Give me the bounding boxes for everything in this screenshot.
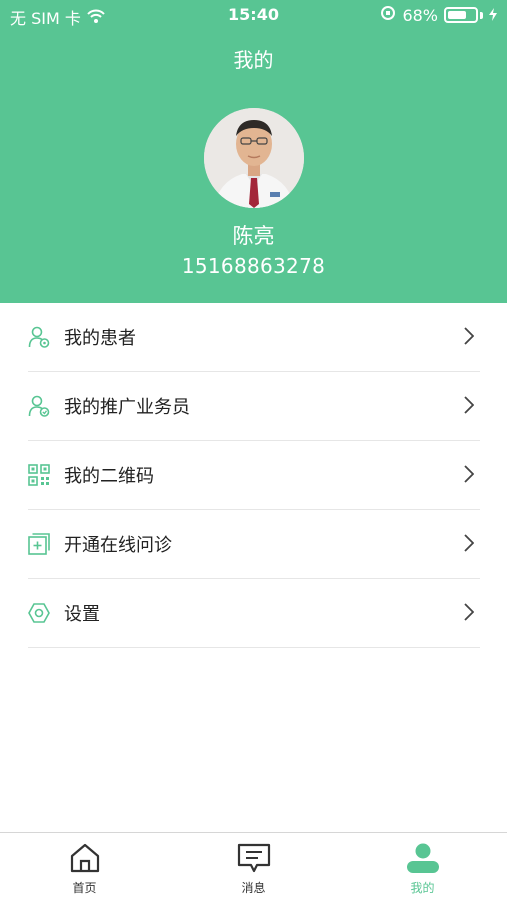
chevron-right-icon <box>464 534 475 556</box>
profile-icon <box>406 843 440 877</box>
tab-label: 我的 <box>410 881 435 895</box>
settings-icon <box>28 602 50 624</box>
avatar[interactable] <box>204 108 304 208</box>
chevron-right-icon <box>464 603 475 625</box>
home-icon <box>69 843 101 877</box>
chevron-right-icon <box>464 327 475 349</box>
menu-item-online-consult[interactable]: 开通在线问诊 <box>28 510 480 579</box>
menu-item-label: 我的二维码 <box>64 466 154 487</box>
menu-item-label: 我的患者 <box>64 328 136 349</box>
battery-icon <box>444 7 478 23</box>
message-icon <box>237 843 271 877</box>
tab-messages[interactable]: 消息 <box>169 833 338 900</box>
chevron-right-icon <box>464 396 475 418</box>
online-consult-icon <box>28 533 50 555</box>
status-bar: 无 SIM 卡 15:40 68% <box>0 0 507 30</box>
menu-item-settings[interactable]: 设置 <box>28 579 480 648</box>
tab-label: 首页 <box>72 881 97 895</box>
menu-item-my-qrcode[interactable]: 我的二维码 <box>28 441 480 510</box>
menu-item-label: 设置 <box>64 604 100 625</box>
tab-profile[interactable]: 我的 <box>338 833 507 900</box>
menu-item-label: 我的推广业务员 <box>64 397 190 418</box>
tab-home[interactable]: 首页 <box>0 833 169 900</box>
salesman-icon <box>28 395 50 417</box>
user-name: 陈亮 <box>232 224 275 248</box>
menu-item-label: 开通在线问诊 <box>64 535 172 556</box>
page-title: 我的 <box>233 48 274 72</box>
profile-header: 无 SIM 卡 15:40 68% 我的 陈亮 15168863278 <box>0 0 507 303</box>
battery-level <box>448 11 466 19</box>
app-screen: 无 SIM 卡 15:40 68% 我的 陈亮 15168863278 我的患者… <box>0 0 507 900</box>
menu-item-my-patients[interactable]: 我的患者 <box>28 303 480 372</box>
patient-icon <box>28 326 50 348</box>
orientation-lock-icon <box>380 5 396 25</box>
chevron-right-icon <box>464 465 475 487</box>
user-phone: 15168863278 <box>181 254 326 278</box>
tab-bar: 首页 消息 我的 <box>0 832 507 900</box>
battery-percent: 68% <box>402 5 438 25</box>
tab-label: 消息 <box>241 881 266 895</box>
qrcode-icon <box>28 464 50 486</box>
menu-list: 我的患者 我的推广业务员 我的二维码 开通在线问诊 设置 <box>28 303 480 648</box>
menu-item-my-salesmen[interactable]: 我的推广业务员 <box>28 372 480 441</box>
charging-icon <box>489 6 497 25</box>
